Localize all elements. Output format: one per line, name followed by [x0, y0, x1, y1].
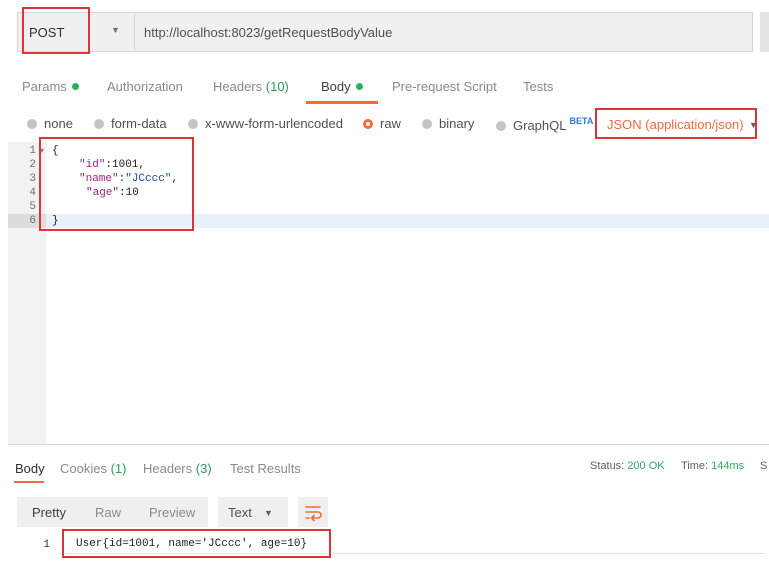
tab-body-label: Body: [321, 79, 351, 94]
tab-pre-request-script[interactable]: Pre-request Script: [392, 79, 497, 94]
active-tab-indicator: [14, 481, 44, 483]
radio-icon: [94, 119, 104, 129]
radio-graphql[interactable]: GraphQL BETA: [496, 116, 593, 133]
tab-tests[interactable]: Tests: [523, 79, 553, 94]
radio-icon: [27, 119, 37, 129]
response-tab-headers[interactable]: Headers (3): [143, 461, 212, 476]
time-label: Time:: [681, 460, 709, 472]
response-time: Time: 144ms: [681, 460, 744, 472]
response-tab-headers-count: (3): [195, 461, 212, 476]
wrap-icon: [305, 506, 322, 522]
status-value: 200 OK: [627, 460, 665, 472]
dot-icon: [355, 83, 363, 90]
tab-params[interactable]: Params: [22, 79, 79, 94]
radio-raw[interactable]: raw: [363, 116, 401, 131]
pretty-button[interactable]: Pretty: [32, 505, 66, 520]
tab-headers-count: (10): [265, 79, 289, 94]
radio-none[interactable]: none: [27, 116, 73, 131]
radio-binary-label: binary: [439, 116, 475, 131]
line-number: 3: [29, 173, 36, 185]
beta-badge: BETA: [569, 116, 594, 126]
time-value: 144ms: [711, 460, 745, 472]
response-tab-headers-label: Headers: [143, 461, 193, 476]
annotation-box-method: [22, 7, 90, 54]
annotation-box-content-type: [595, 108, 757, 139]
line-number: 4: [29, 187, 36, 199]
radio-graphql-label: GraphQL: [513, 118, 567, 133]
radio-urlencoded-label: x-www-form-urlencoded: [205, 116, 343, 131]
response-line-number: 1: [43, 539, 50, 551]
response-status: Status: 200 OK: [590, 460, 665, 472]
chevron-down-icon[interactable]: ▼: [111, 25, 120, 35]
tab-tests-label: Tests: [523, 79, 554, 94]
preview-button[interactable]: Preview: [149, 505, 195, 520]
annotation-box-body: [39, 137, 194, 231]
tab-body[interactable]: Body: [321, 79, 363, 94]
pane-divider[interactable]: [8, 444, 769, 445]
url-text: http://localhost:8023/getRequestBodyValu…: [144, 25, 393, 40]
wrap-lines-button[interactable]: [298, 497, 328, 527]
status-label: Status:: [590, 460, 625, 472]
chevron-down-icon[interactable]: ▼: [264, 508, 273, 518]
response-tab-cookies-label: Cookies: [60, 461, 107, 476]
response-tab-test-results-label: Test Results: [230, 461, 301, 476]
radio-none-label: none: [44, 116, 73, 131]
line-number: 6: [29, 215, 36, 227]
radio-form-data-label: form-data: [111, 116, 167, 131]
response-tab-body-label: Body: [15, 461, 45, 476]
response-size: S: [760, 460, 768, 472]
response-tab-cookies-count: (1): [110, 461, 127, 476]
radio-selected-icon: [363, 119, 373, 129]
line-number: 5: [29, 201, 36, 213]
response-tab-cookies[interactable]: Cookies (1): [60, 461, 126, 476]
dot-icon: [71, 83, 79, 90]
radio-icon: [422, 119, 432, 129]
radio-urlencoded[interactable]: x-www-form-urlencoded: [188, 116, 343, 131]
format-label: Text: [228, 505, 252, 520]
raw-button[interactable]: Raw: [95, 505, 121, 520]
response-tab-test-results[interactable]: Test Results: [230, 461, 301, 476]
radio-icon: [188, 119, 198, 129]
response-tab-body[interactable]: Body: [15, 461, 45, 476]
tab-authorization[interactable]: Authorization: [107, 79, 183, 94]
radio-form-data[interactable]: form-data: [94, 116, 167, 131]
tab-authorization-label: Authorization: [107, 79, 183, 94]
line-number: 2: [29, 159, 36, 171]
radio-raw-label: raw: [380, 116, 401, 131]
tab-headers[interactable]: Headers (10): [213, 79, 289, 94]
line-number: 1: [29, 145, 36, 157]
tab-headers-label: Headers: [213, 79, 263, 94]
radio-icon: [496, 121, 506, 131]
send-button-edge[interactable]: [760, 12, 769, 52]
tab-pre-request-label: Pre-request Script: [392, 79, 497, 94]
radio-binary[interactable]: binary: [422, 116, 474, 131]
tab-params-label: Params: [22, 79, 67, 94]
annotation-box-response: [62, 529, 331, 558]
active-tab-indicator: [306, 101, 378, 104]
